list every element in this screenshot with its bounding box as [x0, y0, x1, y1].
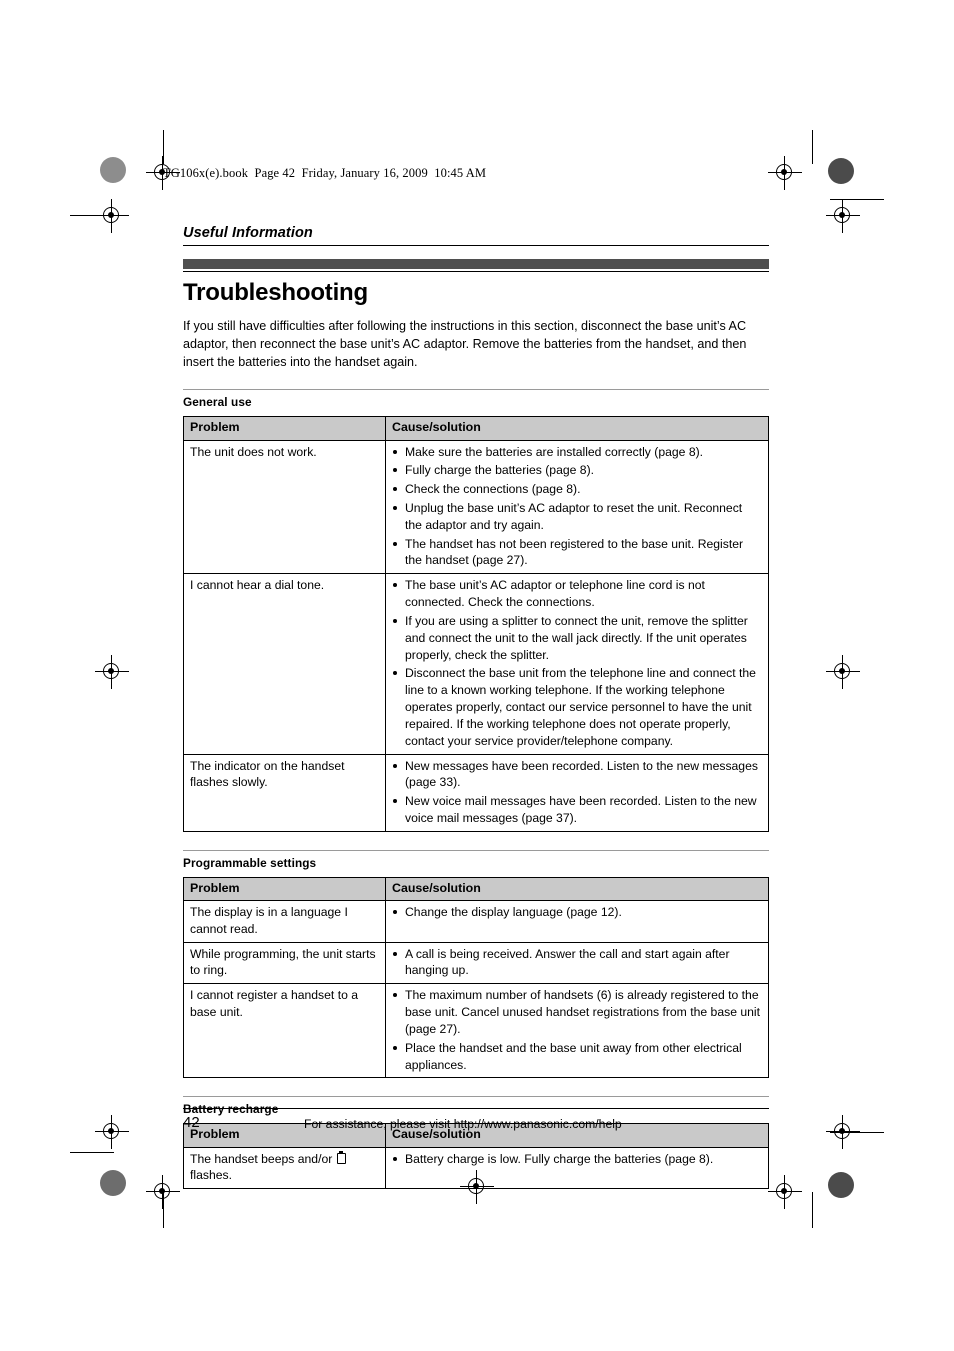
halftone-mark-top-left: [100, 157, 126, 183]
assistance-text: For assistance, please visit http://www.…: [304, 1117, 622, 1131]
cause-solution-cell: Battery charge is low. Fully charge the …: [385, 1146, 769, 1190]
halftone-mark-bottom-left: [100, 1170, 126, 1196]
content-column: Useful Information Troubleshooting If yo…: [183, 225, 769, 1190]
troubleshooting-table: Problem Cause/solution The unit does not w…: [183, 416, 769, 832]
cause-list: Make sure the batteries are installed co…: [392, 444, 762, 570]
trim-line-lower-left-horizontal: [70, 1152, 114, 1153]
cause-list-item: Place the handset and the base unit away…: [392, 1040, 762, 1074]
registration-mark-right-upper: [826, 199, 860, 233]
trim-line-top-right-vertical: [812, 130, 813, 164]
table-row: I cannot register a handset to a base un…: [183, 983, 769, 1079]
cause-list-item: The handset has not been registered to t…: [392, 536, 762, 570]
cause-list: Change the display language (page 12).: [392, 904, 762, 921]
table-header-row: Problem Cause/solution: [183, 876, 769, 902]
cause-list-item: The base unit’s AC adaptor or telephone …: [392, 577, 762, 611]
cause-list-item: Fully charge the batteries (page 8).: [392, 462, 762, 479]
registration-mark-left-upper: [95, 199, 129, 233]
trim-line-bottom-right-vertical: [812, 1192, 813, 1228]
cause-list-item: Check the connections (page 8).: [392, 481, 762, 498]
cause-list: New messages have been recorded. Listen …: [392, 758, 762, 827]
running-head-rule: [183, 245, 769, 246]
intro-paragraph: If you still have difficulties after fol…: [183, 319, 747, 370]
cause-list: The maximum number of handsets (6) is al…: [392, 987, 762, 1073]
page-title: Troubleshooting: [183, 279, 368, 306]
cause-list-item: Battery charge is low. Fully charge the …: [392, 1151, 762, 1168]
cause-list-item: A call is being received. Answer the cal…: [392, 946, 762, 980]
cause-list-item: The maximum number of handsets (6) is al…: [392, 987, 762, 1037]
document-page: TG106x(e).book Page 42 Friday, January 1…: [0, 0, 954, 1351]
cause-list-item: New messages have been recorded. Listen …: [392, 758, 762, 792]
cause-solution-cell: The base unit’s AC adaptor or telephone …: [385, 573, 769, 755]
cause-list: The base unit’s AC adaptor or telephone …: [392, 577, 762, 749]
cause-list-item: New voice mail messages have been record…: [392, 793, 762, 827]
running-head: Useful Information: [183, 225, 313, 241]
trim-line-bottom-left-vertical: [163, 1192, 164, 1228]
accent-bar-underline: [183, 271, 769, 272]
problem-cell: I cannot hear a dial tone.: [183, 573, 386, 755]
cause-list-item: Disconnect the base unit from the teleph…: [392, 665, 762, 749]
problem-cell: I cannot register a handset to a base un…: [183, 983, 386, 1079]
problem-text-after-icon: flashes.: [190, 1168, 233, 1183]
problem-text-before-icon: The handset beeps and/or: [190, 1151, 336, 1166]
trim-line-upper-left-horizontal: [70, 215, 114, 216]
trim-line-top-left-vertical: [163, 130, 164, 164]
problem-cell: The display is in a language I cannot re…: [183, 900, 386, 943]
table-row: I cannot hear a dial tone. The base unit’…: [183, 573, 769, 755]
cause-list-item: Change the display language (page 12).: [392, 904, 762, 921]
cause-list-item: If you are using a splitter to connect t…: [392, 613, 762, 663]
page-number: 42: [183, 1114, 200, 1131]
cause-solution-cell: Make sure the batteries are installed co…: [385, 439, 769, 575]
column-header-problem: Problem: [183, 876, 386, 902]
table-row: The unit does not work. Make sure the bat…: [183, 439, 769, 575]
table-header-row: Problem Cause/solution: [183, 416, 769, 441]
troubleshooting-table: Problem Cause/solution The display is in a…: [183, 876, 769, 1079]
table-row: The handset beeps and/or flashes. Battery…: [183, 1146, 769, 1190]
registration-mark-top-right: [768, 156, 802, 190]
problem-cell: While programming, the unit starts to ri…: [183, 941, 386, 985]
troubleshooting-sections: General use Problem Cause/solution The unit…: [183, 389, 769, 1190]
column-header-cause: Cause/solution: [385, 876, 769, 902]
title-accent-bar: [183, 259, 769, 272]
table-row: The indicator on the handset flashes slo…: [183, 753, 769, 832]
halftone-mark-bottom-right: [828, 1172, 854, 1198]
column-header-problem: Problem: [183, 416, 386, 441]
cause-solution-cell: A call is being received. Answer the cal…: [385, 941, 769, 985]
column-header-cause: Cause/solution: [385, 416, 769, 441]
table-row: While programming, the unit starts to ri…: [183, 941, 769, 985]
book-info-line: TG106x(e).book Page 42 Friday, January 1…: [163, 166, 487, 180]
halftone-mark-top-right: [828, 158, 854, 184]
cause-list: A call is being received. Answer the cal…: [392, 946, 762, 980]
cause-list-item: Make sure the batteries are installed co…: [392, 444, 762, 461]
trim-line-lower-right-horizontal: [830, 1132, 884, 1133]
footer-rule: [183, 1108, 769, 1109]
registration-mark-left-middle: [95, 655, 129, 689]
cause-solution-cell: The maximum number of handsets (6) is al…: [385, 983, 769, 1079]
registration-mark-left-lower: [95, 1115, 129, 1149]
section-divider: [183, 1096, 769, 1098]
problem-cell: The indicator on the handset flashes slo…: [183, 753, 386, 832]
accent-bar-fill: [183, 259, 769, 269]
section-label: General use: [183, 395, 252, 410]
cause-list: Battery charge is low. Fully charge the …: [392, 1151, 762, 1168]
problem-cell: The handset beeps and/or flashes.: [183, 1146, 386, 1190]
cause-list-item: Unplug the base unit’s AC adaptor to res…: [392, 500, 762, 534]
registration-mark-bottom-right: [768, 1175, 802, 1209]
trim-line-upper-right-horizontal: [830, 199, 884, 200]
section-divider: [183, 849, 769, 851]
cause-solution-cell: New messages have been recorded. Listen …: [385, 753, 769, 832]
section-divider: [183, 389, 769, 391]
problem-cell: The unit does not work.: [183, 439, 386, 575]
battery-icon: [336, 1150, 346, 1164]
page-footer: 42 For assistance, please visit http://w…: [183, 1108, 769, 1134]
section-label: Programmable settings: [183, 855, 317, 870]
registration-mark-right-middle: [826, 655, 860, 689]
cause-solution-cell: Change the display language (page 12).: [385, 900, 769, 943]
table-row: The display is in a language I cannot re…: [183, 900, 769, 943]
